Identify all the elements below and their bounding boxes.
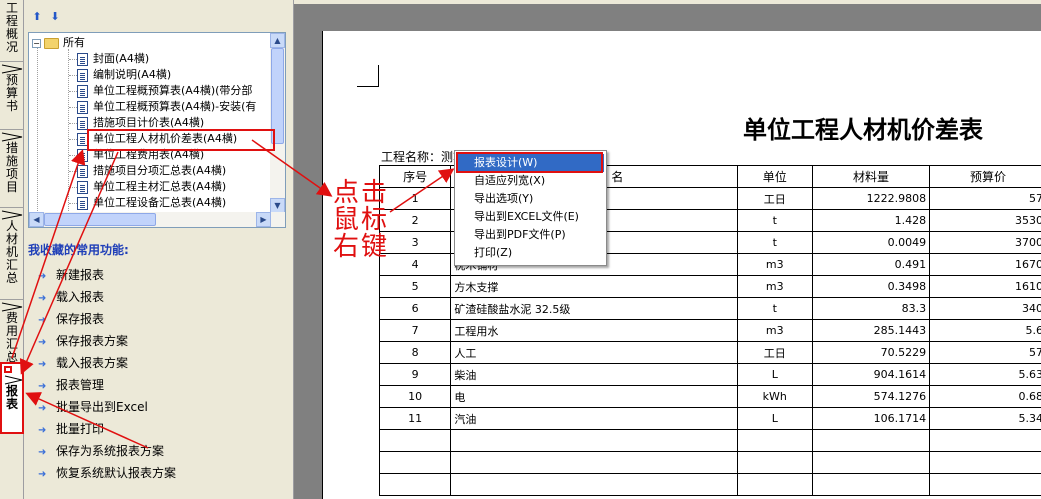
annotation-arrow	[25, 392, 149, 449]
annotation-arrow	[389, 168, 455, 213]
annotation-arrows	[11, 139, 455, 449]
annotation-arrow	[11, 149, 86, 359]
annotation-arrow	[251, 139, 333, 197]
